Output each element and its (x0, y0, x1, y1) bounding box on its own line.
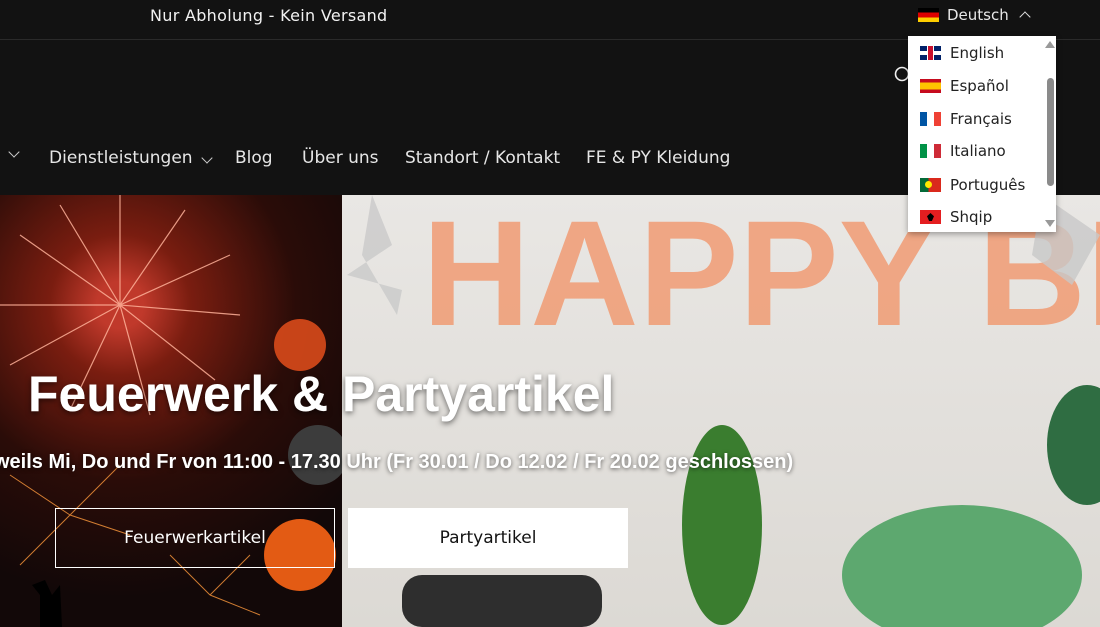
nav-item-dienstleistungen[interactable]: Dienstleistungen (49, 148, 213, 168)
current-language: Deutsch (947, 6, 1009, 24)
language-option-english[interactable]: English (920, 43, 1004, 63)
language-option-italiano[interactable]: Italiano (920, 141, 1006, 161)
language-selector[interactable]: Deutsch (918, 6, 1031, 24)
language-option-label: English (950, 44, 1005, 62)
dropdown-scrollbar[interactable] (1042, 36, 1056, 232)
language-option-espanol[interactable]: Español (920, 76, 1009, 96)
chevron-down-icon (200, 152, 213, 164)
announcement-text: Nur Abholung - Kein Versand (150, 6, 388, 25)
hero-banner: HAPPY BIRTHDAY Feuerwerk & Partyartikel … (0, 195, 1100, 627)
language-option-portugues[interactable]: Português (920, 175, 1025, 195)
nav-item-ueber-uns[interactable]: Über uns (302, 148, 379, 168)
chevron-up-icon (1019, 11, 1031, 23)
es-flag-icon (920, 79, 941, 93)
hero-title: Feuerwerk & Partyartikel (28, 366, 615, 422)
nav-item-blog[interactable]: Blog (235, 148, 273, 168)
language-dropdown: English Español Français Italiano Portug… (908, 36, 1056, 232)
nav-submenu-toggle[interactable] (8, 146, 20, 158)
partyartikel-button[interactable]: Partyartikel (348, 508, 628, 568)
fr-flag-icon (920, 112, 941, 126)
language-option-label: Français (950, 110, 1012, 128)
scroll-up-icon[interactable] (1045, 41, 1055, 48)
language-option-label: Español (950, 77, 1009, 95)
scroll-down-icon[interactable] (1045, 220, 1055, 227)
language-option-shqip[interactable]: Shqip (920, 207, 992, 227)
language-option-label: Shqip (950, 208, 993, 226)
hero-subtitle: weils Mi, Do und Fr von 11:00 - 17.30 Uh… (0, 451, 794, 473)
nav-item-label: Dienstleistungen (49, 148, 193, 168)
nav-item-fe-py-kleidung[interactable]: FE & PY Kleidung (586, 148, 730, 168)
language-option-francais[interactable]: Français (920, 109, 1012, 129)
it-flag-icon (920, 144, 941, 158)
chevron-down-icon (8, 146, 20, 158)
scrollbar-thumb[interactable] (1047, 78, 1054, 186)
announcement-bar: Nur Abholung - Kein Versand Deutsch (0, 0, 1100, 40)
pt-flag-icon (920, 178, 941, 192)
language-option-label: Italiano (950, 142, 1006, 160)
nav-item-standort-kontakt[interactable]: Standort / Kontakt (405, 148, 560, 168)
de-flag-icon (918, 8, 939, 22)
gb-flag-icon (920, 46, 941, 60)
language-option-label: Português (950, 176, 1026, 194)
al-flag-icon (920, 210, 941, 224)
feuerwerkartikel-button[interactable]: Feuerwerkartikel (55, 508, 335, 568)
